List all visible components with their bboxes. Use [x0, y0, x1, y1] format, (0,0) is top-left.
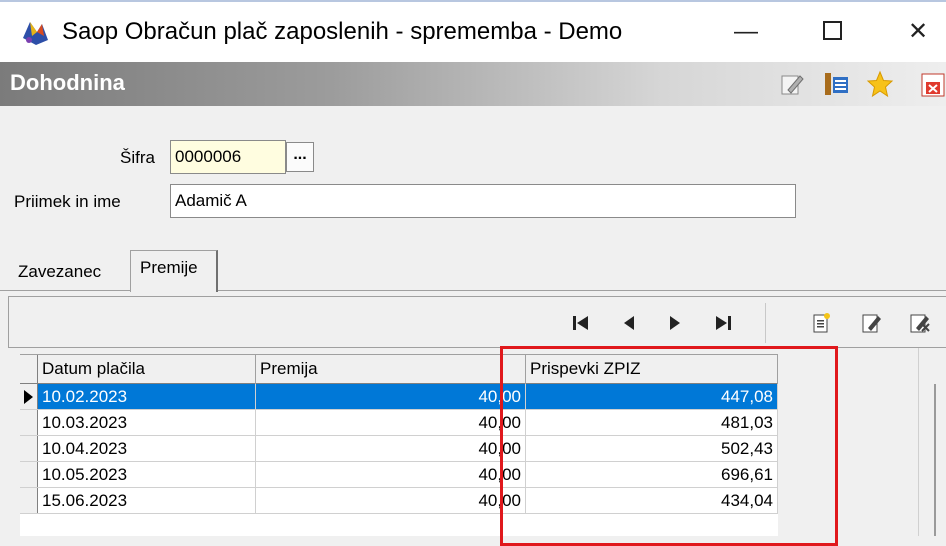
form-title: Dohodnina	[10, 70, 125, 95]
toolbar-separator	[765, 303, 766, 343]
col-premija[interactable]: Premija	[256, 355, 526, 384]
cell-premija[interactable]: 40,00	[256, 462, 526, 487]
table-row[interactable]: 10.02.2023 40,00 447,08	[20, 384, 778, 410]
row-indicator	[20, 384, 38, 409]
table-row[interactable]: 10.04.2023 40,00 502,43	[20, 436, 778, 462]
title-bar: Saop Obračun plač zaposlenih - sprememba…	[0, 0, 946, 62]
cell-zpiz[interactable]: 481,03	[526, 410, 778, 435]
table-row[interactable]: 15.06.2023 40,00 434,04	[20, 488, 778, 514]
list-icon[interactable]	[822, 70, 850, 98]
cell-date[interactable]: 15.06.2023	[38, 488, 256, 513]
cell-date[interactable]: 10.04.2023	[38, 436, 256, 461]
next-record-icon[interactable]	[663, 311, 687, 335]
cell-date[interactable]: 10.05.2023	[38, 462, 256, 487]
name-field[interactable]: Adamič A	[170, 184, 796, 218]
sifra-label: Šifra	[120, 148, 155, 167]
star-icon[interactable]	[866, 70, 894, 98]
app-logo-icon	[23, 22, 48, 45]
lookup-button[interactable]: ...	[286, 142, 314, 172]
sifra-field[interactable]: 0000006	[170, 140, 286, 174]
table-row[interactable]: 10.05.2023 40,00 696,61	[20, 462, 778, 488]
close-button[interactable]: ✕	[894, 14, 942, 50]
cell-premija[interactable]: 40,00	[256, 488, 526, 513]
row-indicator	[20, 436, 38, 461]
prev-record-icon[interactable]	[617, 311, 641, 335]
window-title: Saop Obračun plač zaposlenih - sprememba…	[62, 18, 623, 45]
cell-date[interactable]: 10.02.2023	[38, 384, 256, 409]
first-record-icon[interactable]	[569, 311, 593, 335]
cell-zpiz[interactable]: 502,43	[526, 436, 778, 461]
table-row[interactable]: 10.03.2023 40,00 481,03	[20, 410, 778, 436]
tab-premije[interactable]: Premije	[140, 258, 198, 278]
close-doc-icon[interactable]	[918, 70, 946, 98]
last-record-icon[interactable]	[711, 311, 735, 335]
minimize-button[interactable]: —	[722, 14, 770, 50]
edit-icon[interactable]	[778, 70, 806, 98]
col-datum-placila[interactable]: Datum plačila	[38, 355, 256, 384]
grid-toolbar	[8, 296, 946, 348]
col-prispevki-zpiz[interactable]: Prispevki ZPIZ	[526, 355, 778, 384]
cell-zpiz[interactable]: 447,08	[526, 384, 778, 409]
vertical-scrollbar[interactable]	[934, 384, 936, 536]
cell-zpiz[interactable]: 434,04	[526, 488, 778, 513]
maximize-button[interactable]	[808, 14, 856, 50]
row-indicator	[20, 462, 38, 487]
cell-zpiz[interactable]: 696,61	[526, 462, 778, 487]
delete-record-icon[interactable]	[907, 311, 931, 335]
scrollbar-divider	[918, 348, 919, 536]
cell-date[interactable]: 10.03.2023	[38, 410, 256, 435]
row-indicator	[20, 410, 38, 435]
premije-grid: Datum plačila Premija Prispevki ZPIZ 10.…	[20, 354, 778, 536]
cell-premija[interactable]: 40,00	[256, 410, 526, 435]
form-header: Dohodnina	[0, 62, 946, 106]
row-indicator-header	[20, 355, 38, 384]
row-indicator	[20, 488, 38, 513]
grid-empty-area	[778, 348, 946, 536]
name-label: Priimek in ime	[14, 192, 121, 211]
tab-zavezanec[interactable]: Zavezanec	[18, 262, 101, 282]
cell-premija[interactable]: 40,00	[256, 436, 526, 461]
new-record-icon[interactable]	[809, 311, 833, 335]
maximize-icon	[822, 21, 842, 41]
current-row-pointer-icon	[24, 390, 33, 404]
edit-record-icon[interactable]	[859, 311, 883, 335]
cell-premija[interactable]: 40,00	[256, 384, 526, 409]
grid-header: Datum plačila Premija Prispevki ZPIZ	[20, 354, 778, 384]
